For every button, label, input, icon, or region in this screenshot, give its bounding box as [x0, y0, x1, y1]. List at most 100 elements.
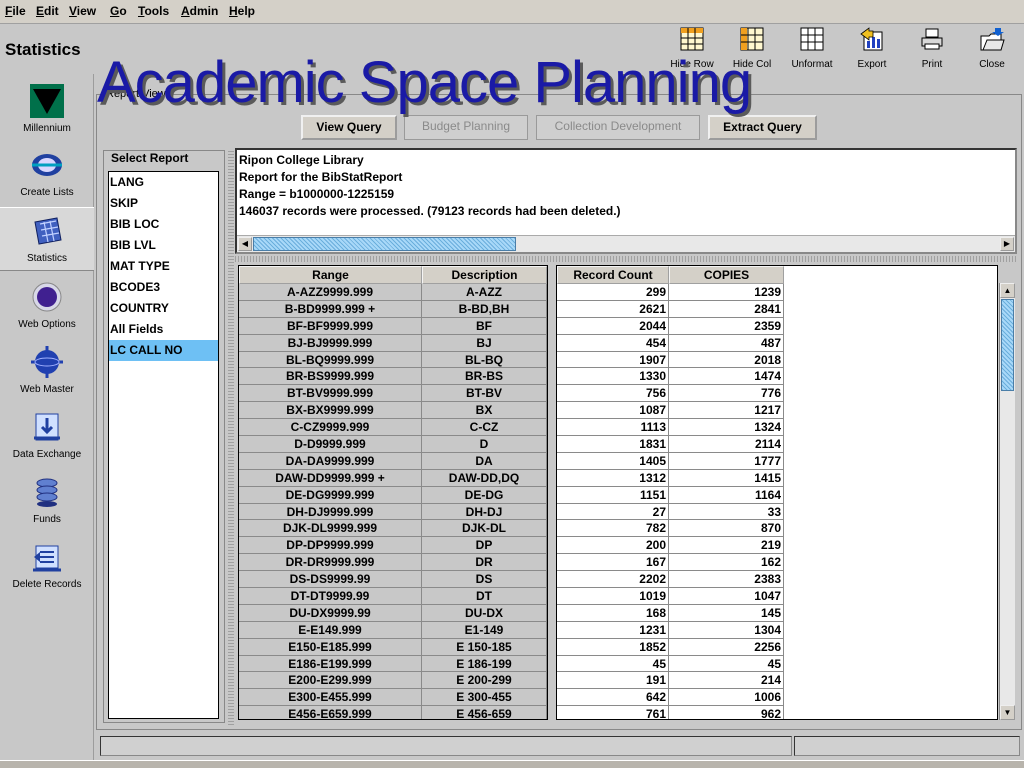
scroll-down-icon[interactable]: ▼ [1000, 705, 1015, 720]
table-row[interactable]: DA-DA9999.999 DA [239, 452, 547, 470]
menu-help[interactable]: Help [229, 4, 255, 18]
table-row[interactable]: 642 1006 [557, 689, 997, 707]
table-row[interactable]: A-AZZ9999.999 A-AZZ [239, 284, 547, 301]
table-row[interactable]: 761 962 [557, 706, 997, 719]
cell-record-count: 1019 [557, 588, 669, 605]
table-row[interactable]: 756 776 [557, 385, 997, 403]
list-item[interactable]: BIB LOC [109, 214, 218, 235]
table-row[interactable]: 1831 2114 [557, 436, 997, 453]
sidebar-item-delete-records[interactable]: Delete Records [0, 534, 94, 598]
table-row[interactable]: DH-DJ9999.999 DH-DJ [239, 503, 547, 521]
sidebar-item-data-exchange[interactable]: Data Exchange [0, 404, 94, 468]
close-button[interactable]: Close [964, 26, 1020, 74]
list-item[interactable]: BCODE3 [109, 277, 218, 298]
table-row[interactable]: 299 1239 [557, 284, 997, 301]
table-row[interactable]: DU-DX9999.99 DU-DX [239, 604, 547, 622]
table-row[interactable]: 454 487 [557, 334, 997, 352]
table-row[interactable]: DJK-DL9999.999 DJK-DL [239, 520, 547, 538]
table-row[interactable]: DP-DP9999.999 DP [239, 537, 547, 555]
table-row[interactable]: 1405 1777 [557, 452, 997, 470]
table-row[interactable]: 2621 2841 [557, 300, 997, 318]
horizontal-splitter[interactable] [235, 256, 1017, 262]
menu-file[interactable]: File [5, 4, 26, 18]
table-row[interactable]: E200-E299.999 E 200-299 [239, 672, 547, 690]
print-button[interactable]: Print [904, 26, 960, 74]
table-row[interactable]: DR-DR9999.999 DR [239, 554, 547, 572]
sidebar-item-create-lists[interactable]: Create Lists [0, 142, 94, 206]
menu-view[interactable]: View [69, 4, 96, 18]
table-row[interactable]: 1087 1217 [557, 402, 997, 420]
column-header-description[interactable]: Description [422, 266, 547, 284]
list-item[interactable]: LANG [109, 172, 218, 193]
cell-description: DJK-DL [422, 520, 547, 538]
create-lists-icon [32, 154, 62, 176]
table-row[interactable]: 782 870 [557, 520, 997, 538]
table-row[interactable]: BL-BQ9999.999 BL-BQ [239, 351, 547, 369]
table-row[interactable]: 2202 2383 [557, 571, 997, 589]
column-header-copies[interactable]: COPIES [669, 266, 784, 284]
scroll-thumb[interactable] [253, 237, 516, 251]
table-row[interactable]: 1113 1324 [557, 419, 997, 437]
scroll-left-icon[interactable]: ◀ [238, 237, 252, 251]
table-row[interactable]: C-CZ9999.999 C-CZ [239, 419, 547, 437]
table-row[interactable]: DT-DT9999.99 DT [239, 588, 547, 605]
list-item[interactable]: BIB LVL [109, 235, 218, 256]
table-row[interactable]: DE-DG9999.999 DE-DG [239, 486, 547, 504]
table-row[interactable]: 27 33 [557, 503, 997, 521]
sidebar-item-statistics[interactable]: Statistics [0, 207, 94, 271]
scroll-up-icon[interactable]: ▲ [1000, 283, 1015, 298]
table-row[interactable]: E456-E659.999 E 456-659 [239, 706, 547, 719]
menu-tools[interactable]: Tools [138, 4, 169, 18]
scroll-thumb[interactable] [1001, 299, 1014, 391]
table-row[interactable]: DAW-DD9999.999 + DAW-DD,DQ [239, 469, 547, 487]
menu-edit[interactable]: Edit [36, 4, 59, 18]
table-row[interactable]: 1330 1474 [557, 368, 997, 386]
menu-go[interactable]: Go [110, 4, 127, 18]
table-row[interactable]: DS-DS9999.99 DS [239, 571, 547, 589]
vertical-scrollbar[interactable]: ▲ ▼ [999, 283, 1015, 720]
list-item[interactable]: All Fields [109, 319, 218, 340]
list-item[interactable]: MAT TYPE [109, 256, 218, 277]
scroll-right-icon[interactable]: ▶ [1000, 237, 1014, 251]
menu-admin[interactable]: Admin [181, 4, 218, 18]
export-button[interactable]: Export [844, 26, 900, 74]
table-row[interactable]: 168 145 [557, 604, 997, 622]
table-row[interactable]: BR-BS9999.999 BR-BS [239, 368, 547, 386]
cell-description: DR [422, 554, 547, 572]
table-row[interactable]: B-BD9999.999 + B-BD,BH [239, 300, 547, 318]
table-row[interactable]: BF-BF9999.999 BF [239, 317, 547, 335]
list-item[interactable]: COUNTRY [109, 298, 218, 319]
table-row[interactable]: BT-BV9999.999 BT-BV [239, 385, 547, 403]
table-row[interactable]: D-D9999.999 D [239, 436, 547, 453]
table-row[interactable]: E150-E185.999 E 150-185 [239, 638, 547, 656]
table-row[interactable]: E-E149.999 E1-149 [239, 621, 547, 639]
table-row[interactable]: 1907 2018 [557, 351, 997, 369]
table-row[interactable]: 191 214 [557, 672, 997, 690]
table-row[interactable]: 45 45 [557, 655, 997, 673]
column-header-range[interactable]: Range [239, 266, 422, 284]
sidebar-item-web-master[interactable]: Web Master [0, 339, 94, 403]
unformat-button[interactable]: Unformat [784, 26, 840, 74]
table-row[interactable]: E300-E455.999 E 300-455 [239, 689, 547, 707]
list-item[interactable]: SKIP [109, 193, 218, 214]
table-row[interactable]: 167 162 [557, 554, 997, 572]
vertical-splitter[interactable] [228, 150, 234, 725]
select-report-list[interactable]: LANG SKIP BIB LOC BIB LVL MAT TYPE BCODE… [108, 171, 219, 719]
table-row[interactable]: BJ-BJ9999.999 BJ [239, 334, 547, 352]
sidebar-item-millennium[interactable]: Millennium [0, 78, 94, 142]
horizontal-scrollbar[interactable]: ◀ ▶ [237, 235, 1015, 252]
table-row[interactable]: BX-BX9999.999 BX [239, 402, 547, 420]
sidebar-item-funds[interactable]: Funds [0, 469, 94, 533]
table-row[interactable]: 200 219 [557, 537, 997, 555]
sidebar-item-web-options[interactable]: Web Options [0, 274, 94, 338]
table-row[interactable]: 1312 1415 [557, 469, 997, 487]
list-item-selected[interactable]: LC CALL NO [109, 340, 218, 361]
table-row[interactable]: 1151 1164 [557, 486, 997, 504]
column-header-record-count[interactable]: Record Count [557, 266, 669, 284]
table-row[interactable]: 1019 1047 [557, 588, 997, 605]
table-row[interactable]: 2044 2359 [557, 317, 997, 335]
info-line: Ripon College Library [239, 153, 364, 167]
table-row[interactable]: E186-E199.999 E 186-199 [239, 655, 547, 673]
table-row[interactable]: 1231 1304 [557, 621, 997, 639]
table-row[interactable]: 1852 2256 [557, 638, 997, 656]
